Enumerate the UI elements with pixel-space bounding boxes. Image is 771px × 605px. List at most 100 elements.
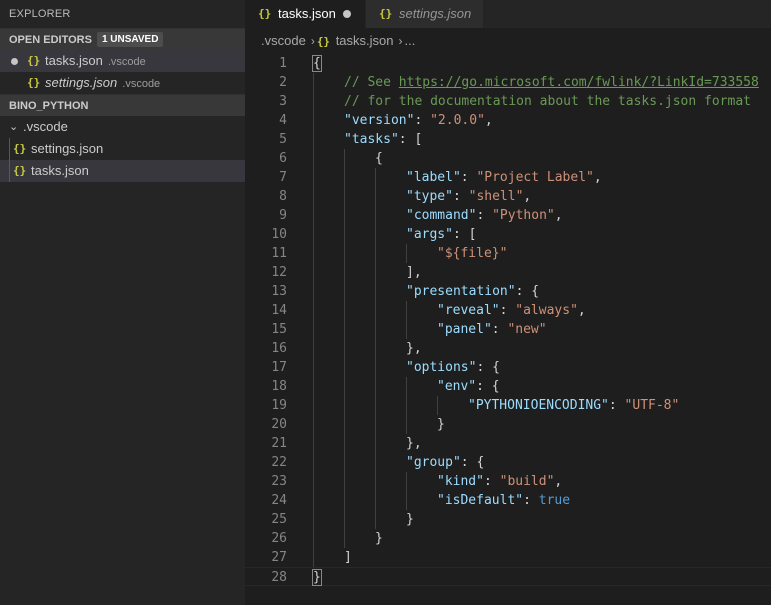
code-text: "env": { bbox=[437, 377, 500, 396]
code-line[interactable]: 22 "group": { bbox=[245, 453, 771, 472]
indent-guide bbox=[313, 244, 314, 263]
line-number: 20 bbox=[271, 417, 287, 432]
tab-tasks-json[interactable]: {} tasks.json bbox=[245, 0, 365, 28]
code-line[interactable]: 8 "type": "shell", bbox=[245, 187, 771, 206]
code-line[interactable]: 4 "version": "2.0.0", bbox=[245, 111, 771, 130]
indent-guide bbox=[375, 358, 376, 377]
breadcrumb: .vscode ›{} tasks.json ›... bbox=[245, 28, 771, 54]
json-file-icon: {} bbox=[27, 76, 41, 89]
unsaved-dot-icon[interactable] bbox=[343, 10, 351, 18]
code-line[interactable]: 23 "kind": "build", bbox=[245, 472, 771, 491]
code-line[interactable]: 1{ bbox=[245, 54, 771, 73]
file-tasks-json[interactable]: {} tasks.json bbox=[0, 160, 245, 182]
token-punc: : [ bbox=[452, 227, 477, 242]
token-punc: : { bbox=[460, 455, 485, 470]
code-line[interactable]: 26} bbox=[245, 529, 771, 548]
code-text: } bbox=[375, 529, 383, 548]
line-number: 7 bbox=[279, 170, 287, 185]
code-line[interactable]: 13 "presentation": { bbox=[245, 282, 771, 301]
token-key: "tasks" bbox=[344, 132, 399, 147]
line-number: 22 bbox=[271, 455, 287, 470]
code-editor[interactable]: 1{2// See https://go.microsoft.com/fwlin… bbox=[245, 54, 771, 605]
code-line[interactable]: 25} bbox=[245, 510, 771, 529]
code-line[interactable]: 15 "panel": "new" bbox=[245, 320, 771, 339]
code-text: "kind": "build", bbox=[437, 472, 562, 491]
code-line[interactable]: 16}, bbox=[245, 339, 771, 358]
code-line[interactable]: 14 "reveal": "always", bbox=[245, 301, 771, 320]
token-punc: : bbox=[414, 113, 431, 128]
breadcrumb-symbols[interactable]: ... bbox=[405, 33, 416, 48]
code-line[interactable]: 10 "args": [ bbox=[245, 225, 771, 244]
token-punc: : bbox=[476, 208, 493, 223]
indent-guide bbox=[406, 472, 407, 491]
code-text: "version": "2.0.0", bbox=[344, 111, 493, 130]
line-number: 21 bbox=[271, 436, 287, 451]
code-text: }, bbox=[406, 434, 422, 453]
project-label: BINO_PYTHON bbox=[9, 100, 89, 112]
code-text: "group": { bbox=[406, 453, 484, 472]
tab-label: tasks.json bbox=[278, 6, 336, 21]
code-line[interactable]: 9 "command": "Python", bbox=[245, 206, 771, 225]
indent-guide bbox=[406, 301, 407, 320]
json-file-icon: {} bbox=[258, 7, 272, 20]
token-link[interactable]: https://go.microsoft.com/fwlink/?LinkId=… bbox=[399, 75, 759, 90]
code-line[interactable]: 27] bbox=[245, 548, 771, 567]
indent-guide bbox=[344, 529, 345, 548]
open-editors-header[interactable]: OPEN EDITORS 1 UNSAVED bbox=[0, 28, 245, 50]
token-key: "panel" bbox=[437, 322, 492, 337]
code-line[interactable]: 6{ bbox=[245, 149, 771, 168]
breadcrumb-folder[interactable]: .vscode bbox=[261, 33, 306, 48]
code-line[interactable]: 5 "tasks": [ bbox=[245, 130, 771, 149]
code-text: "isDefault": true bbox=[437, 491, 570, 510]
folder-vscode[interactable]: ⌄ .vscode bbox=[0, 116, 245, 138]
indent-guide bbox=[375, 510, 376, 529]
token-str: "UTF-8" bbox=[624, 398, 680, 413]
indent-guide bbox=[313, 434, 314, 453]
indent-guide bbox=[344, 206, 345, 225]
line-number: 14 bbox=[271, 303, 287, 318]
indent-guide bbox=[313, 339, 314, 358]
code-line[interactable]: 28} bbox=[245, 567, 771, 586]
indent-guide bbox=[375, 415, 376, 434]
indent-guide bbox=[375, 187, 376, 206]
project-header[interactable]: BINO_PYTHON bbox=[0, 94, 245, 116]
indent-guide bbox=[344, 396, 345, 415]
code-line[interactable]: 12], bbox=[245, 263, 771, 282]
code-line[interactable]: 18 "env": { bbox=[245, 377, 771, 396]
code-line[interactable]: 17 "options": { bbox=[245, 358, 771, 377]
code-text: } bbox=[406, 510, 414, 529]
token-key: "isDefault" bbox=[437, 493, 524, 508]
indent-guide bbox=[344, 301, 345, 320]
line-number: 25 bbox=[271, 512, 287, 527]
open-editor-item-tasks[interactable]: {} tasks.json .vscode bbox=[0, 50, 245, 72]
code-line[interactable]: 2 // See https://go.microsoft.com/fwlink/… bbox=[245, 73, 771, 92]
code-line[interactable]: 19 "PYTHONIOENCODING": "UTF-8" bbox=[245, 396, 771, 415]
code-line[interactable]: 3 // for the documentation about the task… bbox=[245, 92, 771, 111]
code-line[interactable]: 11 "${file}" bbox=[245, 244, 771, 263]
breadcrumb-file[interactable]: tasks.json bbox=[336, 33, 394, 48]
token-punc: , bbox=[484, 113, 493, 128]
line-number: 1 bbox=[279, 56, 287, 71]
line-number: 23 bbox=[271, 474, 287, 489]
code-text: // See https://go.microsoft.com/fwlink/?… bbox=[344, 73, 759, 92]
code-line[interactable]: 7 "label": "Project Label", bbox=[245, 168, 771, 187]
line-number: 18 bbox=[271, 379, 287, 394]
token-punc: { bbox=[375, 151, 383, 166]
tab-settings-json[interactable]: {} settings.json bbox=[365, 0, 483, 28]
token-punc: : bbox=[483, 474, 500, 489]
code-line[interactable]: 24 "isDefault": true bbox=[245, 491, 771, 510]
unsaved-dot-icon[interactable] bbox=[11, 58, 18, 65]
token-str: "always" bbox=[515, 303, 578, 318]
file-settings-json[interactable]: {} settings.json bbox=[0, 138, 245, 160]
open-editor-item-settings[interactable]: {} settings.json .vscode bbox=[0, 72, 245, 94]
token-punc: , bbox=[593, 170, 602, 185]
indent-guide bbox=[375, 301, 376, 320]
code-text: "tasks": [ bbox=[344, 130, 422, 149]
token-punc: , bbox=[523, 189, 532, 204]
code-line[interactable]: 20} bbox=[245, 415, 771, 434]
code-text: ] bbox=[344, 548, 352, 567]
code-line[interactable]: 21}, bbox=[245, 434, 771, 453]
unsaved-badge: 1 UNSAVED bbox=[96, 32, 164, 47]
explorer-title: EXPLORER bbox=[9, 8, 71, 20]
token-str: "${file}" bbox=[437, 246, 508, 261]
